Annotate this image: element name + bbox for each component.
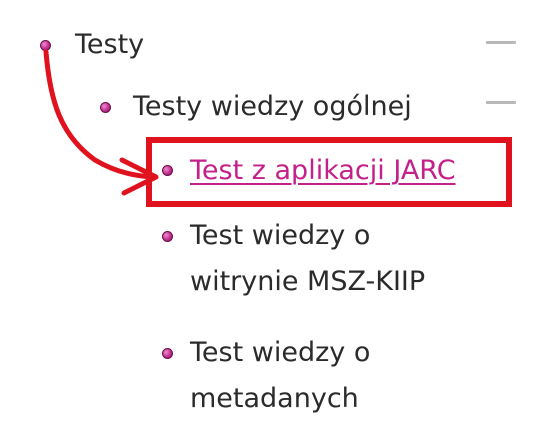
category-tree: Testy Testy wiedzy ogólnej Test z aplika…: [0, 0, 533, 430]
annotation-arrow-icon: [43, 49, 159, 196]
